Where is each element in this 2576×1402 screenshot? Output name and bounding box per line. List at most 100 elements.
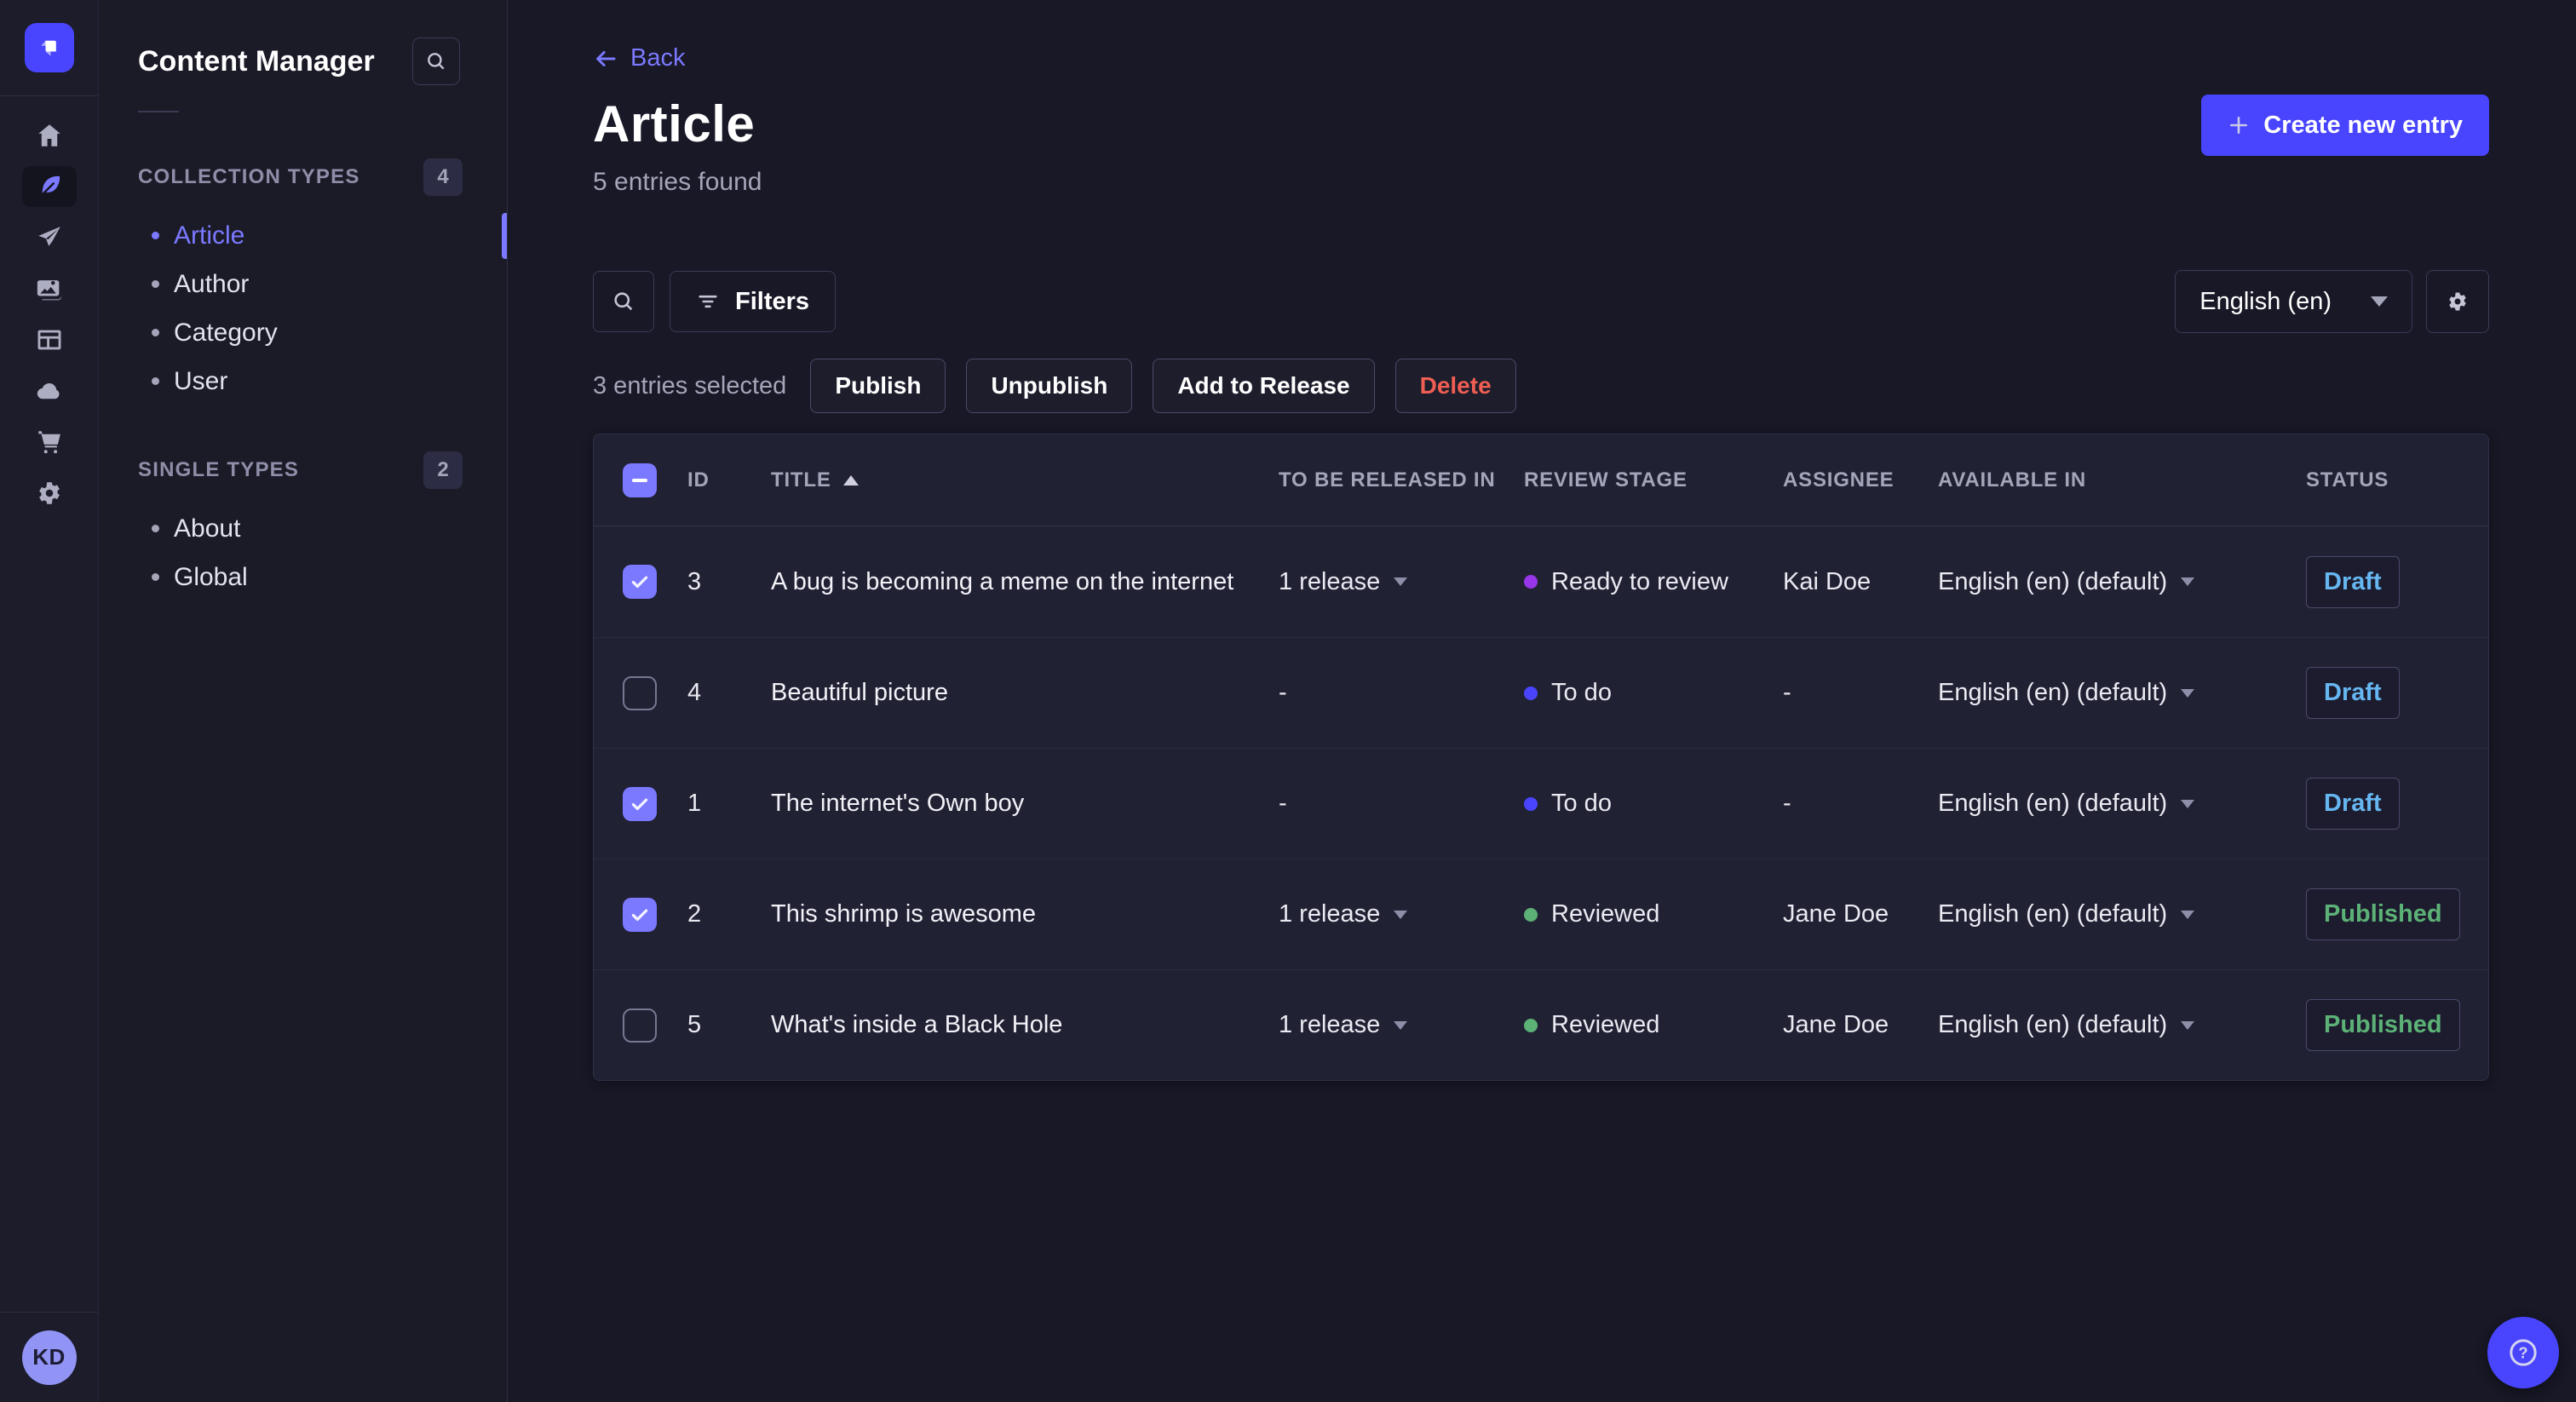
- table-row[interactable]: 3 A bug is becoming a meme on the intern…: [594, 526, 2488, 637]
- create-button-label: Create new entry: [2263, 111, 2463, 139]
- row-id: 2: [687, 900, 702, 928]
- question-mark-icon: ?: [2510, 1339, 2537, 1366]
- select-all-checkbox[interactable]: [623, 463, 657, 497]
- row-assignee: -: [1783, 790, 1791, 817]
- table-row[interactable]: 4 Beautiful picture - To do - English (e…: [594, 637, 2488, 748]
- back-link[interactable]: Back: [593, 44, 685, 72]
- sidebar-item-label: User: [174, 366, 228, 395]
- row-release-dropdown[interactable]: 1 release: [1279, 900, 1524, 928]
- row-locale-dropdown[interactable]: English (en) (default): [1938, 900, 2306, 928]
- row-checkbox[interactable]: [623, 675, 657, 710]
- settings-gear-icon[interactable]: [0, 468, 99, 519]
- column-header-review-stage[interactable]: REVIEW STAGE: [1524, 468, 1783, 492]
- row-id: 4: [687, 679, 702, 706]
- column-header-title[interactable]: TITLE: [771, 468, 1279, 492]
- sidebar-item-label: Author: [174, 269, 250, 298]
- sidebar-item-label: Category: [174, 318, 278, 347]
- chevron-down-icon: [2371, 296, 2388, 307]
- row-title: A bug is becoming a meme on the internet: [771, 567, 1234, 595]
- filters-button[interactable]: Filters: [670, 271, 837, 332]
- review-stage-dot-icon: [1524, 1018, 1538, 1032]
- collection-types-section: COLLECTION TYPES 4 Article Author Catego…: [99, 158, 507, 405]
- publish-button[interactable]: Publish: [810, 359, 946, 413]
- bullet-icon: [152, 377, 159, 385]
- row-locale-dropdown[interactable]: English (en) (default): [1938, 568, 2306, 596]
- table-row[interactable]: 1 The internet's Own boy - To do - Engli…: [594, 748, 2488, 859]
- content-manager-feather-icon[interactable]: [0, 161, 99, 212]
- create-new-entry-button[interactable]: Create new entry: [2201, 95, 2489, 156]
- selection-summary: 3 entries selected: [593, 371, 787, 399]
- unpublish-button[interactable]: Unpublish: [966, 359, 1133, 413]
- row-checkbox[interactable]: [623, 786, 657, 821]
- column-header-available-in[interactable]: AVAILABLE IN: [1938, 468, 2306, 492]
- view-settings-button[interactable]: [2426, 270, 2489, 333]
- plus-icon: [2230, 117, 2248, 134]
- column-header-id[interactable]: ID: [687, 468, 771, 492]
- bullet-icon: [152, 232, 159, 239]
- entries-count-text: 5 entries found: [593, 168, 762, 196]
- row-locale-dropdown[interactable]: English (en) (default): [1938, 1011, 2306, 1039]
- row-assignee: Kai Doe: [1783, 567, 1872, 595]
- svg-text:?: ?: [2518, 1344, 2527, 1362]
- column-header-assignee[interactable]: ASSIGNEE: [1783, 468, 1938, 492]
- table-body: 3 A bug is becoming a meme on the intern…: [594, 526, 2488, 1080]
- chevron-down-icon: [2181, 577, 2195, 586]
- table-row[interactable]: 2 This shrimp is awesome 1 release Revie…: [594, 859, 2488, 969]
- sidebar-item-category[interactable]: Category: [99, 308, 507, 357]
- home-icon[interactable]: [0, 110, 99, 161]
- rail-icon-list: [0, 96, 98, 1312]
- sidebar-item-global[interactable]: Global: [99, 553, 507, 601]
- sidebar-item-label: About: [174, 514, 241, 543]
- row-release-dropdown[interactable]: 1 release: [1279, 568, 1524, 596]
- locale-value: English (en): [2199, 287, 2332, 315]
- row-locale-dropdown[interactable]: English (en) (default): [1938, 790, 2306, 818]
- delete-button[interactable]: Delete: [1394, 359, 1516, 413]
- chevron-down-icon: [2181, 799, 2195, 808]
- add-to-release-button[interactable]: Add to Release: [1153, 359, 1375, 413]
- column-header-status[interactable]: STATUS: [2306, 468, 2459, 492]
- sidebar-item-label: Global: [174, 562, 248, 591]
- row-checkbox[interactable]: [623, 1008, 657, 1043]
- releases-paper-plane-icon[interactable]: [0, 212, 99, 263]
- user-avatar[interactable]: KD: [21, 1330, 77, 1385]
- strapi-logo[interactable]: [24, 23, 74, 72]
- subnav-title: Content Manager: [138, 44, 375, 78]
- sidebar-item-author[interactable]: Author: [99, 260, 507, 308]
- row-release-dropdown[interactable]: 1 release: [1279, 1011, 1524, 1039]
- sidebar-item-about[interactable]: About: [99, 504, 507, 553]
- row-review-stage: To do: [1524, 679, 1783, 707]
- bullet-icon: [152, 573, 159, 581]
- sort-ascending-icon: [842, 474, 859, 486]
- row-review-stage: Reviewed: [1524, 900, 1783, 928]
- content-type-builder-layout-icon[interactable]: [0, 314, 99, 365]
- chevron-down-icon: [2181, 688, 2195, 698]
- cloud-icon[interactable]: [0, 365, 99, 417]
- filters-label: Filters: [735, 287, 810, 315]
- media-library-images-icon[interactable]: [0, 263, 99, 314]
- collection-types-count-badge: 4: [423, 158, 463, 196]
- page-title: Article: [593, 95, 756, 152]
- row-title: This shrimp is awesome: [771, 900, 1037, 928]
- table-row[interactable]: 5 What's inside a Black Hole 1 release R…: [594, 969, 2488, 1080]
- search-icon: [428, 53, 445, 70]
- subnav-divider: [138, 111, 179, 112]
- row-locale-dropdown[interactable]: English (en) (default): [1938, 679, 2306, 707]
- chevron-down-icon: [1394, 577, 1408, 586]
- row-checkbox[interactable]: [623, 565, 657, 599]
- search-icon: [614, 292, 633, 311]
- marketplace-cart-icon[interactable]: [0, 417, 99, 468]
- locale-select[interactable]: English (en): [2175, 270, 2412, 333]
- row-review-stage: Reviewed: [1524, 1011, 1783, 1039]
- main-content: Back Article Create new entry 5 entries …: [508, 0, 2576, 1402]
- help-button[interactable]: ?: [2487, 1317, 2559, 1388]
- content-manager-subnav: Content Manager COLLECTION TYPES 4 Artic…: [99, 0, 508, 1402]
- subnav-search-button[interactable]: [412, 37, 460, 85]
- review-stage-dot-icon: [1524, 907, 1538, 922]
- sidebar-item-user[interactable]: User: [99, 357, 507, 405]
- sidebar-item-article[interactable]: Article: [99, 211, 507, 260]
- search-button[interactable]: [593, 271, 654, 332]
- row-checkbox[interactable]: [623, 897, 657, 932]
- column-header-released[interactable]: TO BE RELEASED IN: [1279, 468, 1524, 492]
- row-id: 1: [687, 790, 702, 817]
- row-release-dropdown: -: [1279, 790, 1287, 817]
